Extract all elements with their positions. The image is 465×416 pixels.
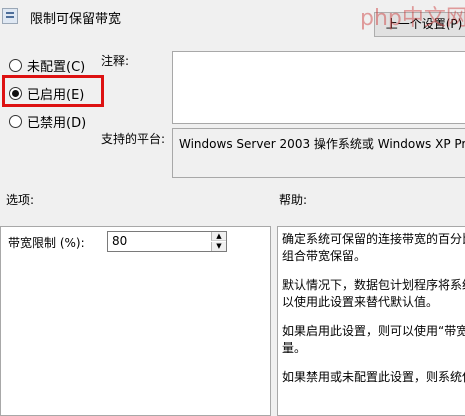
help-text-line: 确定系统可保留的连接带宽的百分比 bbox=[282, 232, 465, 246]
supported-platforms-field: Windows Server 2003 操作系统或 Windows XP Pro bbox=[172, 128, 465, 178]
radio-circle-icon bbox=[9, 59, 22, 72]
bandwidth-limit-spinner[interactable]: 80 ▲ ▼ bbox=[107, 231, 227, 252]
options-header: 选项: bbox=[6, 193, 35, 207]
help-text-line: 组合带宽保留。 bbox=[282, 249, 367, 263]
help-text-line: 如果禁用或未配置此设置，则系统使 bbox=[282, 370, 465, 384]
watermark: php中文网 bbox=[360, 6, 465, 31]
radio-not-configured[interactable]: 未配置(C) bbox=[9, 56, 85, 75]
spin-up-icon[interactable]: ▲ bbox=[211, 232, 226, 241]
spin-down-icon[interactable]: ▼ bbox=[211, 242, 226, 251]
highlight-annotation bbox=[2, 75, 104, 107]
bandwidth-limit-label: 带宽限制 (%): bbox=[8, 236, 85, 250]
radio-label: 未配置(C) bbox=[27, 60, 86, 75]
radio-circle-icon bbox=[9, 115, 22, 128]
radio-disabled[interactable]: 已禁用(D) bbox=[9, 112, 86, 131]
help-text-line: 量。 bbox=[282, 341, 307, 355]
dialog-title: 限制可保留带宽 bbox=[30, 12, 122, 27]
comment-label: 注释: bbox=[101, 54, 130, 68]
comment-textarea[interactable] bbox=[172, 51, 465, 124]
policy-icon bbox=[2, 8, 18, 24]
options-panel bbox=[0, 226, 271, 416]
help-header: 帮助: bbox=[279, 193, 308, 207]
help-text-line: 如果启用此设置，则可以使用“带宽 bbox=[282, 324, 465, 338]
radio-label: 已禁用(D) bbox=[27, 116, 87, 131]
supported-platforms-label: 支持的平台: bbox=[101, 132, 166, 146]
help-text-line: 以使用此设置来替代默认值。 bbox=[282, 295, 439, 309]
help-panel: 确定系统可保留的连接带宽的百分比 组合带宽保留。 默认情况下，数据包计划程序将系… bbox=[277, 226, 465, 416]
help-text-line: 默认情况下，数据包计划程序将系统 bbox=[282, 278, 465, 292]
bandwidth-limit-value: 80 bbox=[112, 234, 128, 248]
